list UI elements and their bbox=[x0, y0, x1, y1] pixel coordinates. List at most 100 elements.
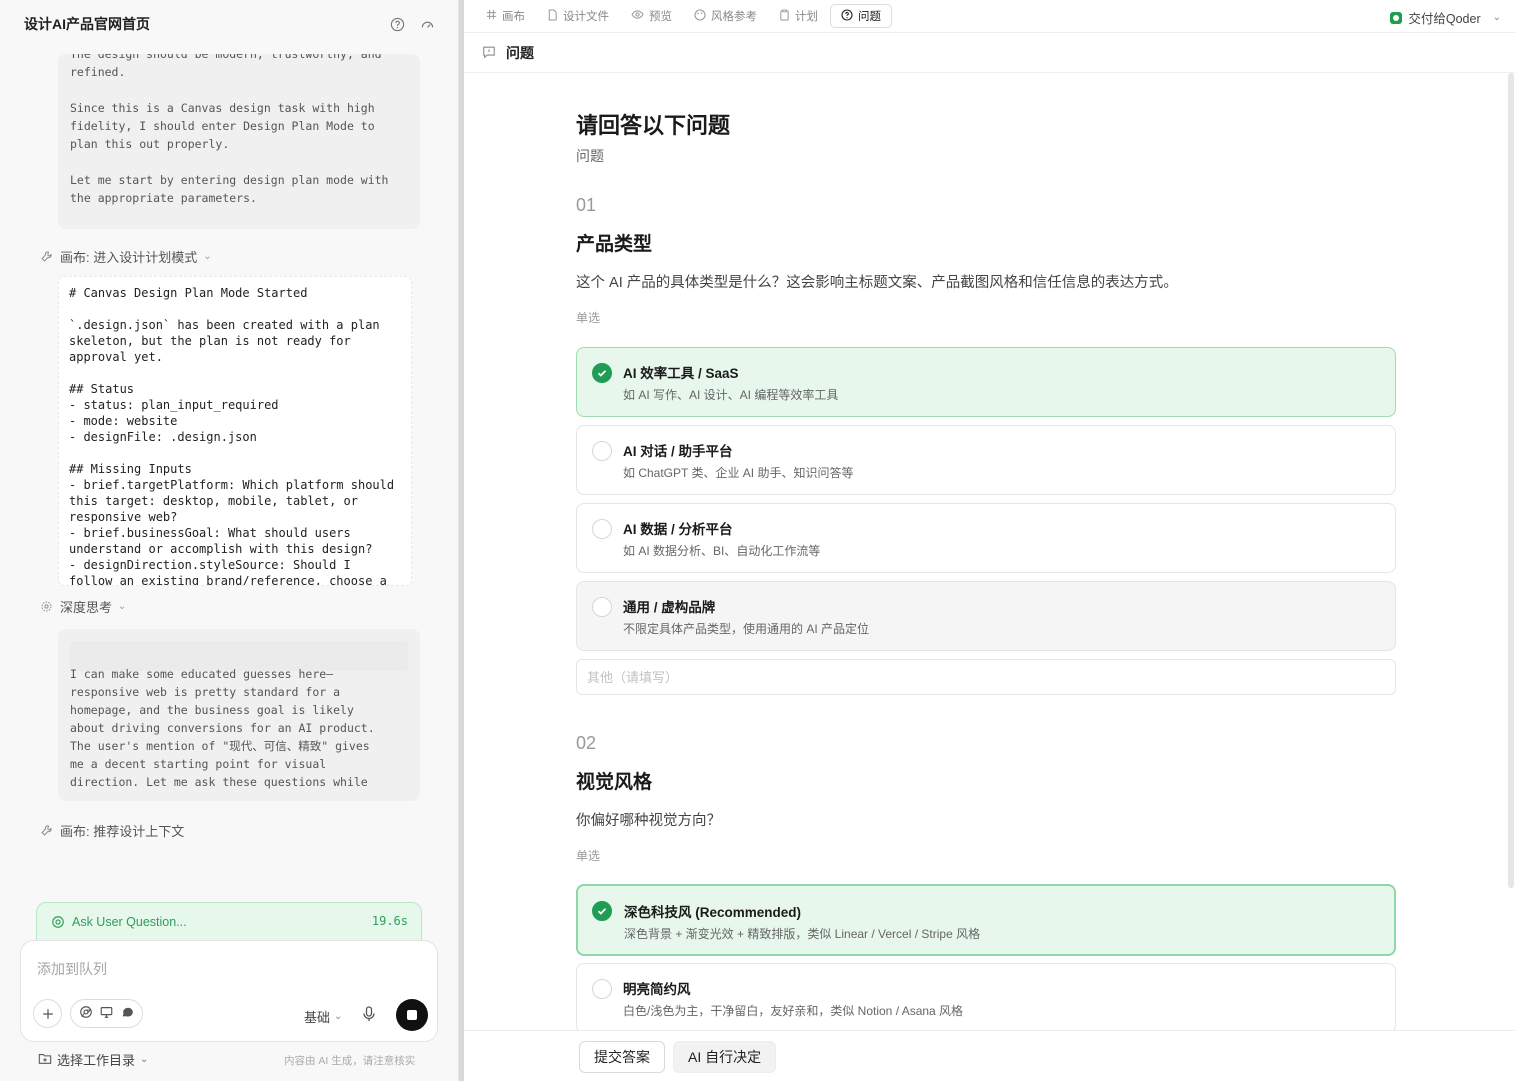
clipboard-icon bbox=[779, 9, 790, 24]
option-description: 如 AI 写作、AI 设计、AI 编程等效率工具 bbox=[623, 388, 839, 402]
mode-select[interactable]: 基础 ⌄ bbox=[304, 1007, 342, 1026]
browser-icon[interactable] bbox=[79, 1005, 93, 1022]
chat-header: 设计AI产品官网首页 bbox=[0, 0, 459, 48]
tab-label: 画布 bbox=[502, 11, 525, 23]
tab-label: 计划 bbox=[795, 11, 818, 23]
radio-icon[interactable] bbox=[592, 979, 612, 999]
tool-call-enter-plan-mode[interactable]: 画布: 进入设计计划模式 ⌄ bbox=[38, 246, 212, 266]
eye-icon bbox=[631, 9, 644, 23]
deep-thinking-toggle[interactable]: 深度思考 ⌄ bbox=[38, 596, 126, 616]
submit-answers-button[interactable]: 提交答案 bbox=[579, 1041, 665, 1073]
page-title: 请回答以下问题 bbox=[576, 113, 731, 138]
elapsed-time: 19.6s bbox=[371, 914, 408, 928]
panel-heading: 问题 bbox=[464, 34, 1515, 73]
tab-style-reference[interactable]: 风格参考 bbox=[684, 4, 767, 28]
radio-checked-icon[interactable] bbox=[592, 901, 612, 921]
composer-placeholder[interactable]: 添加到队列 bbox=[37, 959, 107, 979]
deep-thinking-label: 深度思考 bbox=[60, 599, 113, 615]
chevron-down-icon: ⌄ bbox=[334, 1011, 343, 1022]
question-icon bbox=[841, 8, 853, 24]
chevron-down-icon: ⌄ bbox=[140, 1054, 149, 1065]
option-ai-productivity-saas[interactable]: AI 效率工具 / SaaS 如 AI 写作、AI 设计、AI 编程等效率工具 bbox=[576, 347, 1396, 417]
chevron-down-icon: ⌄ bbox=[118, 600, 127, 612]
option-ai-data-analytics[interactable]: AI 数据 / 分析平台 如 AI 数据分析、BI、自动化工作流等 bbox=[576, 503, 1396, 573]
scrollbar-thumb[interactable] bbox=[1508, 73, 1514, 888]
page-subtitle: 问题 bbox=[576, 148, 604, 164]
radio-checked-icon[interactable] bbox=[592, 363, 612, 383]
conversation-title: 设计AI产品官网首页 bbox=[24, 16, 150, 32]
microphone-icon[interactable] bbox=[361, 1005, 377, 1026]
deliver-to-qoder-button[interactable]: 交付给Qoder ⌄ bbox=[1390, 8, 1501, 27]
brain-icon bbox=[38, 598, 54, 614]
scrollbar[interactable] bbox=[1507, 73, 1515, 893]
option-description: 如 AI 数据分析、BI、自动化工作流等 bbox=[623, 544, 821, 558]
tab-label: 问题 bbox=[858, 11, 881, 23]
chevron-down-icon: ⌄ bbox=[1492, 12, 1501, 23]
file-icon bbox=[547, 8, 558, 24]
add-attachment-button[interactable] bbox=[33, 999, 62, 1028]
plus-icon bbox=[42, 1008, 53, 1019]
tool-call-label: 画布: 进入设计计划模式 bbox=[60, 249, 198, 265]
ai-decide-button[interactable]: AI 自行决定 bbox=[673, 1041, 777, 1073]
radio-icon[interactable] bbox=[592, 441, 612, 461]
tool-call-label: 画布: 推荐设计上下文 bbox=[60, 823, 185, 839]
qoder-logo-icon bbox=[1390, 11, 1403, 24]
radio-icon[interactable] bbox=[592, 519, 612, 539]
question-type: 单选 bbox=[576, 849, 601, 863]
radio-icon[interactable] bbox=[592, 597, 612, 617]
thinking-text: I can make some educated guesses here— r… bbox=[70, 667, 375, 789]
panel-heading-label: 问题 bbox=[506, 45, 534, 61]
wrench-icon bbox=[38, 822, 54, 838]
tab-label: 风格参考 bbox=[711, 11, 757, 23]
palette-icon bbox=[694, 8, 706, 24]
question-description: 你偏好哪种视觉方向？ bbox=[576, 813, 721, 829]
answer-actions-bar: 提交答案 AI 自行决定 bbox=[464, 1030, 1515, 1081]
thinking-block: The design should be modern, trustworthy… bbox=[58, 54, 420, 229]
tab-design-file[interactable]: 设计文件 bbox=[537, 4, 619, 28]
status-label: Ask User Question... bbox=[72, 915, 187, 929]
question-number: 02 bbox=[576, 733, 597, 753]
workdir-label: 选择工作目录 bbox=[57, 1053, 136, 1068]
other-answer-input[interactable] bbox=[576, 659, 1396, 695]
option-description: 不限定具体产品类型，使用通用的 AI 产品定位 bbox=[623, 622, 870, 636]
chat-bubble-icon[interactable] bbox=[120, 1005, 134, 1022]
tab-preview[interactable]: 预览 bbox=[621, 4, 682, 28]
monitor-icon[interactable] bbox=[99, 1005, 114, 1022]
question-title: 视觉风格 bbox=[576, 772, 653, 793]
wrench-icon bbox=[38, 248, 54, 264]
question-type: 单选 bbox=[576, 311, 601, 325]
stop-icon bbox=[407, 1010, 417, 1020]
option-description: 白色/浅色为主，干净留白，友好亲和，类似 Notion / Asana 风格 bbox=[623, 1004, 964, 1018]
context-tools-group[interactable] bbox=[70, 999, 143, 1028]
tool-output-text: # Canvas Design Plan Mode Started `.desi… bbox=[69, 286, 395, 586]
option-label: AI 数据 / 分析平台 bbox=[623, 522, 733, 537]
option-ai-chat-assistant[interactable]: AI 对话 / 助手平台 如 ChatGPT 类、企业 AI 助手、知识问答等 bbox=[576, 425, 1396, 495]
deliver-label: 交付给Qoder bbox=[1408, 12, 1481, 26]
tool-call-recommend-context[interactable]: 画布: 推荐设计上下文 bbox=[38, 820, 184, 840]
option-label: 深色科技风 (Recommended) bbox=[624, 905, 802, 920]
tab-plan[interactable]: 计划 bbox=[769, 4, 828, 28]
option-description: 如 ChatGPT 类、企业 AI 助手、知识问答等 bbox=[623, 466, 854, 480]
option-label: AI 对话 / 助手平台 bbox=[623, 444, 733, 459]
option-dark-tech-style[interactable]: 深色科技风 (Recommended) 深色背景 + 渐变光效 + 精致排版，类… bbox=[576, 884, 1396, 956]
select-workdir-button[interactable]: 选择工作目录 ⌄ bbox=[38, 1050, 148, 1069]
mode-select-value: 基础 bbox=[304, 1010, 331, 1025]
comment-icon bbox=[482, 45, 496, 62]
ai-disclaimer: 内容由 AI 生成，请注意核实 bbox=[284, 1055, 416, 1067]
tab-canvas[interactable]: 画布 bbox=[476, 4, 535, 28]
option-generic-brand[interactable]: 通用 / 虚构品牌 不限定具体产品类型，使用通用的 AI 产品定位 bbox=[576, 581, 1396, 651]
option-light-minimal-style[interactable]: 明亮简约风 白色/浅色为主，干净留白，友好亲和，类似 Notion / Asan… bbox=[576, 963, 1396, 1033]
workspace-tabs: 画布 设计文件 预览 风格参考 计划 问题 交付给Qoder ⌄ bbox=[464, 0, 1515, 33]
tab-label: 预览 bbox=[649, 11, 672, 23]
workspace-panel: 画布 设计文件 预览 风格参考 计划 问题 交付给Qoder ⌄ 问题 请回答以… bbox=[464, 0, 1515, 1081]
stop-generation-button[interactable] bbox=[396, 999, 428, 1031]
message-composer[interactable]: 添加到队列 基础 ⌄ bbox=[20, 940, 438, 1042]
folder-icon bbox=[38, 1052, 52, 1068]
question-description: 这个 AI 产品的具体类型是什么？这会影响主标题文案、产品截图风格和信任信息的表… bbox=[576, 275, 1178, 291]
chat-panel: 设计AI产品官网首页 The design should be modern, … bbox=[0, 0, 459, 1081]
tab-questions[interactable]: 问题 bbox=[830, 4, 892, 28]
hash-icon bbox=[486, 9, 497, 23]
gauge-icon[interactable] bbox=[419, 16, 435, 32]
help-circle-icon[interactable] bbox=[389, 16, 405, 32]
thinking-text: The design should be modern, trustworthy… bbox=[70, 54, 389, 205]
